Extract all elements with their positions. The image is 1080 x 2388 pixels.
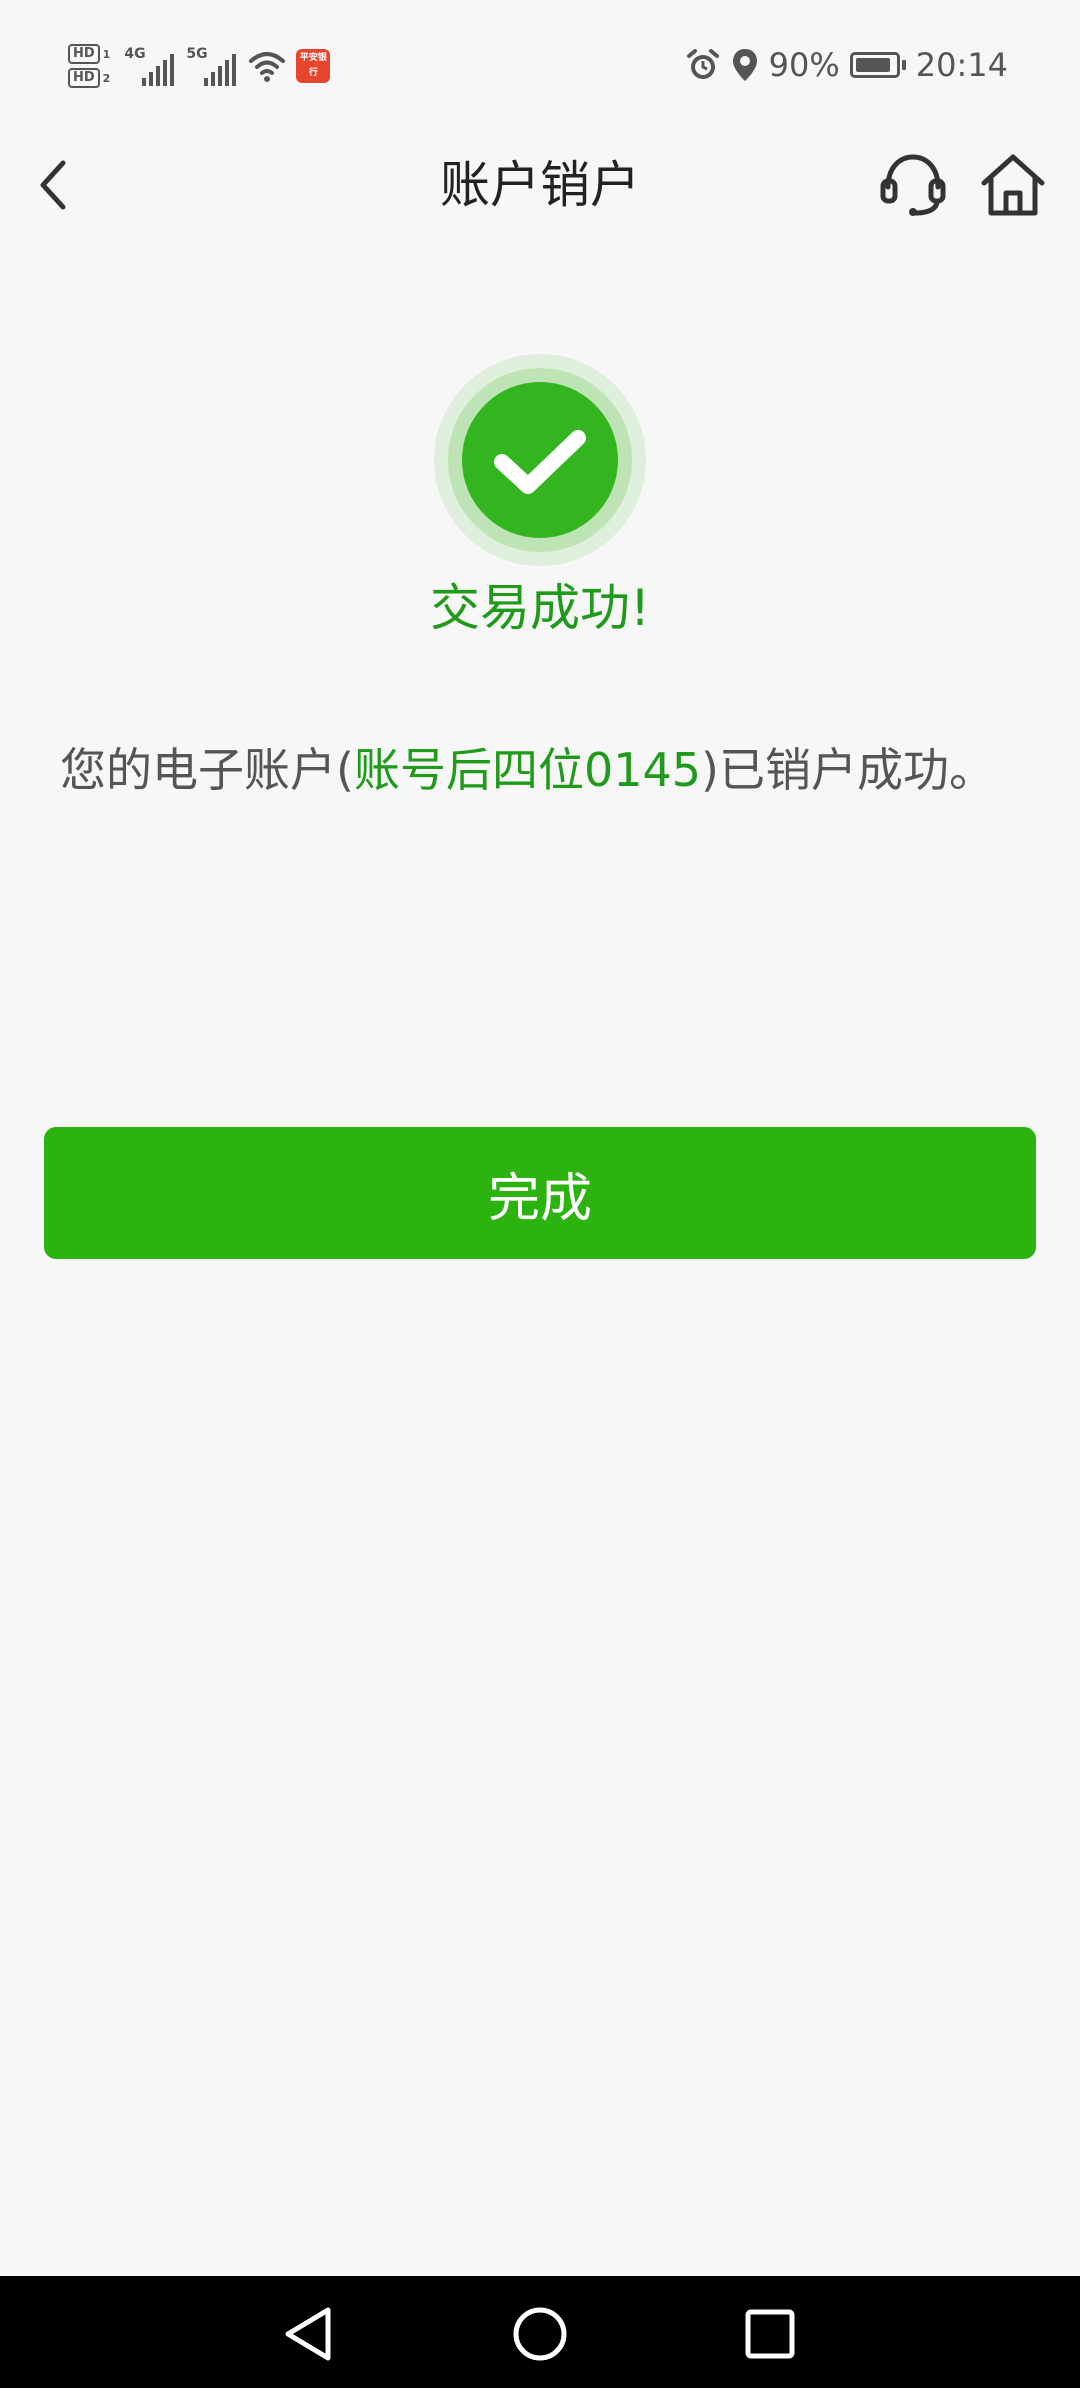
triangle-back-icon: [285, 2307, 331, 2361]
hd-sim-number: 1: [102, 47, 111, 61]
hd-badge-1: HD 1: [68, 44, 110, 64]
status-bar-right: 90% 20:14: [685, 38, 1008, 92]
signal-icon-sim1: 4G: [124, 46, 175, 86]
app-badge-text: 平安银行: [299, 53, 327, 78]
hd-label: HD: [68, 68, 100, 88]
account-last-four: 账号后四位0145: [353, 743, 702, 797]
battery-icon: [849, 52, 906, 78]
headset-icon: [880, 154, 946, 216]
alarm-icon: [686, 49, 719, 79]
home-button[interactable]: [968, 140, 1058, 230]
screen: HD 1 HD 2 4G 5G 平安银行 90% 20:14 账户销户 交易成功…: [0, 0, 1080, 2388]
result-message: 您的电子账户(账号后四位0145)已销户成功。: [60, 730, 1020, 810]
square-recents-icon: [745, 2309, 795, 2359]
home-icon: [981, 154, 1045, 216]
bank-app-notification-icon: 平安银行: [296, 49, 331, 83]
nav-back-button[interactable]: [268, 2294, 348, 2374]
page-header: 账户销户: [0, 130, 1080, 240]
status-bar: HD 1 HD 2 4G 5G 平安银行 90% 20:14: [0, 0, 1080, 130]
hd-sim-number: 2: [102, 71, 111, 85]
clock-time: 20:14: [915, 46, 1008, 84]
wifi-icon: [249, 52, 286, 82]
hd-indicators: HD 1 HD 2: [68, 44, 110, 88]
success-check-icon: [434, 354, 646, 566]
done-button[interactable]: 完成: [44, 1127, 1036, 1259]
message-suffix: )已销户成功。: [701, 743, 995, 797]
network-generation: 4G: [124, 46, 146, 62]
nav-recents-button[interactable]: [730, 2294, 810, 2374]
message-prefix: 您的电子账户(: [60, 743, 354, 797]
network-generation: 5G: [186, 46, 208, 62]
hd-badge-2: HD 2: [68, 68, 110, 88]
circle-home-icon: [513, 2307, 567, 2361]
battery-percentage: 90%: [768, 46, 840, 84]
hd-label: HD: [68, 44, 100, 64]
location-icon: [732, 49, 757, 81]
nav-home-button[interactable]: [500, 2294, 580, 2374]
success-title: 交易成功!: [429, 579, 651, 637]
customer-service-button[interactable]: [872, 140, 954, 230]
status-bar-left: HD 1 HD 2 4G 5G 平安银行: [68, 36, 331, 96]
signal-icon-sim2: 5G: [186, 46, 237, 86]
system-nav-bar: [0, 2276, 1080, 2388]
